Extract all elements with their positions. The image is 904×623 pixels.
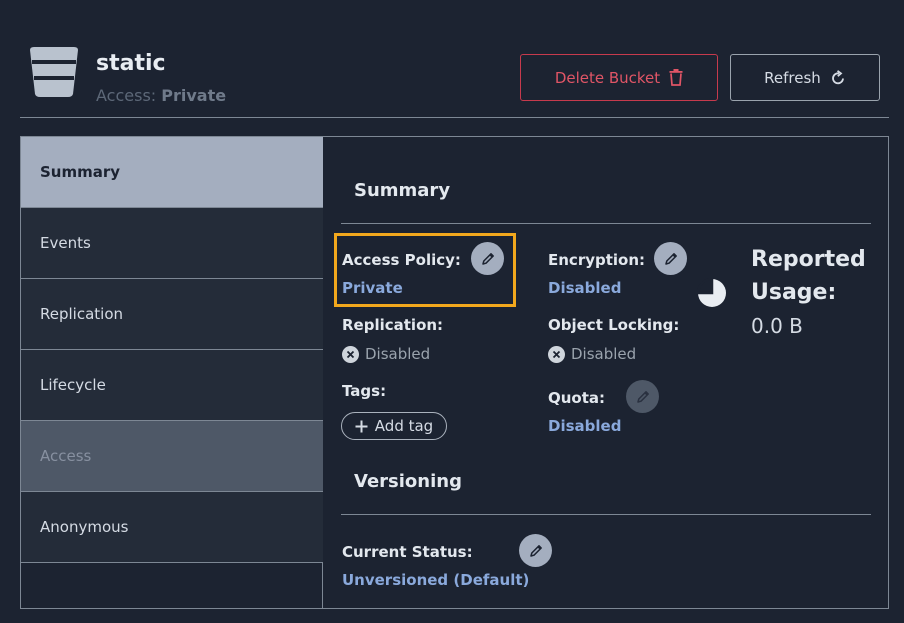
x-circle-icon [548,345,565,363]
tab-access-label: Access [40,447,92,465]
edit-access-policy-button[interactable] [471,242,504,275]
versioning-status-value: Unversioned (Default) [342,571,530,589]
access-policy-label: Access Policy: [342,251,461,269]
tab-anonymous[interactable]: Anonymous [21,492,323,563]
summary-content: Summary Access Policy: Private Encryptio… [324,137,889,608]
tab-replication-label: Replication [40,305,124,323]
tab-lifecycle[interactable]: Lifecycle [21,350,323,421]
delete-bucket-button[interactable]: Delete Bucket [520,54,718,101]
bucket-sidebar: Summary Events Replication Lifecycle Acc… [21,137,323,608]
replication-label: Replication: [342,316,444,334]
reported-usage-value: 0.0 B [751,314,803,338]
encryption-label: Encryption: [548,251,646,269]
current-status-label: Current Status: [342,543,473,561]
tab-summary-label: Summary [40,163,121,181]
refresh-button[interactable]: Refresh [730,54,880,101]
tab-access[interactable]: Access [21,421,323,492]
tab-events[interactable]: Events [21,208,323,279]
edit-pencil-icon [664,252,677,265]
bucket-details-panel: Summary Events Replication Lifecycle Acc… [20,136,889,609]
tab-anonymous-label: Anonymous [40,518,129,536]
summary-heading: Summary [354,180,451,201]
versioning-heading: Versioning [354,471,462,492]
quota-value: Disabled [548,417,622,435]
pie-chart-icon [697,278,726,307]
edit-quota-button[interactable] [626,380,659,413]
replication-value: Disabled [365,345,431,363]
bucket-icon [30,47,78,97]
add-tag-button[interactable]: Add tag [341,412,447,440]
bucket-title: static [96,51,166,76]
tab-summary[interactable]: Summary [21,137,323,208]
quota-label: Quota: [548,389,606,407]
plus-icon [355,420,368,432]
edit-pencil-icon [636,390,649,403]
object-locking-value: Disabled [571,345,637,363]
tab-lifecycle-label: Lifecycle [40,376,106,394]
tab-events-label: Events [40,234,91,252]
object-locking-status: Disabled [548,345,636,363]
reported-usage-label: Reported Usage: [751,247,866,305]
edit-versioning-button[interactable] [519,534,552,567]
header-divider [20,117,889,118]
access-value: Private [161,86,227,105]
tags-label: Tags: [342,382,387,400]
x-circle-icon [342,345,359,363]
object-locking-label: Object Locking: [548,316,680,334]
tab-replication[interactable]: Replication [21,279,323,350]
summary-divider [341,223,871,224]
bucket-access-status: Access: Private [96,86,226,105]
access-policy-value[interactable]: Private [342,279,403,297]
replication-status: Disabled [342,345,430,363]
refresh-icon [831,69,844,84]
add-tag-label: Add tag [374,417,434,435]
edit-pencil-icon [529,544,542,557]
refresh-label: Refresh [764,68,821,87]
edit-encryption-button[interactable] [654,242,687,275]
encryption-value: Disabled [548,279,622,297]
versioning-divider [341,514,871,515]
edit-pencil-icon [481,252,494,265]
delete-bucket-label: Delete Bucket [554,68,661,87]
trash-icon [669,69,683,86]
access-label: Access: [96,86,157,105]
